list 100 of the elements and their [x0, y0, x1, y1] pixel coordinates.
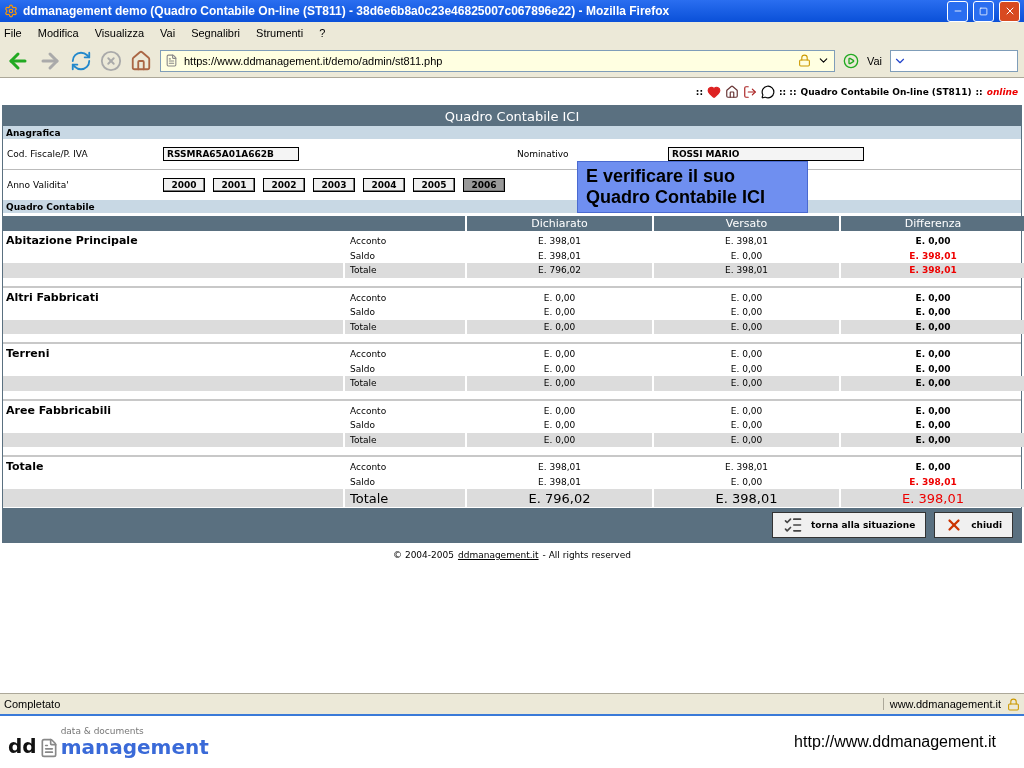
row-label: Totale: [345, 319, 465, 334]
menu-item[interactable]: Segnalibri: [191, 27, 241, 39]
table-cell: E. 0,00: [467, 432, 652, 447]
table-cell-text: E. 0,00: [729, 249, 764, 263]
table-cell-text: E. 0,00: [914, 348, 952, 362]
table-cell-text: E. 398,01: [724, 461, 769, 475]
name-field[interactable]: ROSSI MARIO: [668, 147, 864, 161]
table-cell: E. 398,01: [841, 489, 1024, 507]
table-cell-text: E. 398,01: [724, 235, 769, 249]
row-label: Totale: [345, 263, 465, 278]
field-label: Nominativo: [517, 149, 570, 159]
logo-text: dd: [8, 734, 37, 758]
table-cell-text: E. 398,01: [908, 475, 958, 489]
row-label: Saldo: [349, 362, 376, 376]
table-cell-text: E. 0,00: [914, 235, 952, 249]
row-label: Totale: [345, 376, 465, 391]
table-cell-text: E. 0,00: [542, 348, 577, 362]
year-button[interactable]: 2000: [163, 178, 205, 192]
maximize-icon: [979, 6, 988, 16]
go-button[interactable]: Vai: [866, 54, 882, 67]
group-name: Abitazione Principale: [5, 234, 139, 247]
tax-code-field[interactable]: RSSMRA65A01A662B: [163, 147, 299, 161]
table-cell-text: E. 0,00: [914, 404, 952, 418]
table-cell: E. 0,00: [841, 376, 1024, 391]
home-icon[interactable]: [725, 84, 739, 99]
table-cell-text: E. 0,00: [729, 306, 764, 320]
table-cell-text: E. 0,00: [914, 419, 952, 433]
table-cell: E. 0,00: [467, 376, 652, 391]
table-cell-text: E. 0,00: [729, 419, 764, 433]
table-cell-text: E. 0,00: [542, 362, 577, 376]
maximize-button[interactable]: [973, 0, 994, 22]
year-button[interactable]: 2003: [313, 178, 355, 192]
table-cell: E. 0,00: [654, 432, 839, 447]
year-button[interactable]: 2002: [263, 178, 305, 192]
column-header: Dichiarato: [467, 216, 652, 231]
help-icon[interactable]: [761, 84, 775, 99]
row-label: Saldo: [349, 475, 376, 489]
close-button[interactable]: chiudi: [934, 512, 1013, 538]
go-icon[interactable]: [842, 52, 859, 69]
row-label: Acconto: [349, 348, 388, 362]
table-cell: E. 0,00: [467, 319, 652, 334]
table-cell-text: E. 398,01: [908, 249, 958, 263]
logo-tagline: data & documents: [60, 726, 145, 736]
row-label: Totale: [345, 432, 465, 447]
table-cell: E. 796,02: [467, 489, 652, 507]
menu-item[interactable]: Vai: [160, 27, 176, 39]
row-label: Acconto: [349, 404, 388, 418]
back-button[interactable]: torna alla situazione: [772, 512, 927, 538]
section-heading: Anagrafica: [3, 126, 1021, 139]
table-cell: E. 0,00: [841, 319, 1024, 334]
status-site: www.ddmanagement.it: [882, 698, 1007, 710]
group-name: Altri Fabbricati: [5, 290, 100, 304]
table-cell: E. 0,00: [841, 432, 1024, 447]
menu-item[interactable]: Strumenti: [256, 27, 304, 39]
table-cell-text: E. 0,00: [914, 306, 952, 320]
row-label: Acconto: [349, 235, 388, 249]
table-cell-text: E. 0,00: [542, 306, 577, 320]
column-header: Differenza: [841, 216, 1024, 231]
status-text: Completato: [4, 698, 62, 710]
table-cell-text: E. 0,00: [914, 291, 952, 305]
lock-icon: [1007, 697, 1020, 711]
year-button[interactable]: 2006: [463, 178, 505, 192]
nav-separator: ::: [975, 86, 983, 97]
menu-item[interactable]: Visualizza: [94, 27, 145, 39]
site-link[interactable]: ddmanagement.it: [457, 550, 539, 560]
checklist-icon: [783, 515, 803, 535]
field-label: Anno Validita': [7, 180, 70, 190]
reload-icon[interactable]: [70, 49, 92, 72]
table-cell-text: E. 0,00: [914, 461, 952, 475]
group-name: Totale: [5, 460, 45, 473]
table-cell: E. 398,01: [654, 263, 839, 278]
lock-icon: [797, 54, 811, 67]
panel-title: Quadro Contabile ICI: [3, 106, 1021, 126]
menu-item[interactable]: File: [4, 27, 22, 39]
copyright-text: - All rights reserved: [542, 550, 631, 560]
field-label: Cod. Fiscale/P. IVA: [7, 149, 89, 159]
exit-icon[interactable]: [743, 84, 757, 99]
table-cell-text: E. 398,01: [537, 461, 582, 475]
home-icon[interactable]: [130, 49, 152, 72]
table-cell-text: E. 398,01: [537, 475, 582, 489]
table-cell: E. 0,00: [654, 319, 839, 334]
logo-text: management: [60, 736, 209, 758]
table-cell-text: E. 0,00: [542, 291, 577, 305]
group-name: Aree Fabbricabili: [5, 403, 113, 417]
table-cell-text: E. 0,00: [542, 419, 577, 433]
year-button[interactable]: 2005: [413, 178, 455, 192]
heart-icon[interactable]: [707, 84, 721, 99]
nav-separator: ::: [695, 86, 703, 97]
url-text: http://www.ddmanagement.it: [794, 733, 996, 751]
row-label: Saldo: [349, 306, 376, 320]
table-cell-text: E. 0,00: [729, 362, 764, 376]
nav-separator: :: ::: [779, 86, 797, 97]
search-field[interactable]: [890, 49, 1018, 72]
menu-item[interactable]: Modifica: [37, 27, 79, 39]
close-button[interactable]: [999, 0, 1020, 22]
menu-item[interactable]: ?: [319, 27, 326, 39]
year-button[interactable]: 2004: [363, 178, 405, 192]
address-field[interactable]: https://www.ddmanagement.it/demo/admin/st811.php: [160, 49, 835, 72]
minimize-button[interactable]: [947, 0, 968, 22]
year-button[interactable]: 2001: [213, 178, 255, 192]
